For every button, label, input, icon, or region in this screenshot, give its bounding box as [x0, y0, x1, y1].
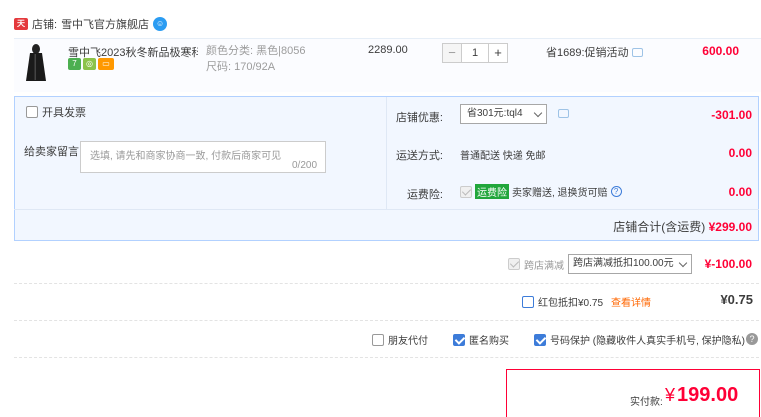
shipping-label: 运送方式: — [395, 150, 443, 162]
divider — [14, 209, 759, 210]
item-total: 600.00 — [702, 44, 739, 58]
anonymous-checkbox[interactable] — [453, 333, 465, 346]
item-promo: 省1689:促销活动 — [546, 44, 643, 60]
cross-store-select-value: 跨店满减抵扣100.00元 — [573, 258, 674, 269]
divider — [14, 320, 759, 321]
divider — [14, 283, 759, 284]
pay-amount: ¥199.00 — [665, 384, 738, 407]
shipping-method: 普通配送 快递 免邮 — [460, 151, 546, 162]
sku-color: 颜色分类: 黑色|8056 — [206, 45, 306, 57]
insurance-amount: 0.00 — [728, 185, 752, 199]
unit-price: 2289.00 — [368, 44, 408, 56]
currency-symbol: ¥ — [665, 385, 676, 405]
discount-info-icon[interactable] — [558, 109, 569, 118]
quantity-plus-button[interactable]: + — [488, 43, 508, 63]
friend-pay-label: 朋友代付 — [388, 336, 428, 347]
shipping-amount: 0.00 — [728, 146, 752, 160]
wangwang-chat-icon[interactable]: ☺ — [153, 17, 168, 31]
store-discount-select[interactable]: 省301元:tql4 — [460, 104, 547, 124]
cross-store-checkbox — [508, 258, 520, 270]
promo-info-icon[interactable] — [631, 47, 643, 57]
quantity-stepper: − 1 + — [442, 43, 508, 63]
quantity-minus-button[interactable]: − — [442, 43, 462, 63]
red-packet-details-link[interactable]: 查看详情 — [611, 294, 651, 309]
discount-select-value: 省301元:tql4 — [467, 108, 523, 119]
discount-amount: -301.00 — [711, 108, 752, 122]
discount-label: 店铺优惠: — [395, 112, 443, 124]
red-packet-checkbox[interactable] — [522, 295, 534, 308]
message-label: 给卖家留言: — [24, 146, 83, 158]
tmall-logo-icon: 天猫 — [14, 18, 28, 40]
store-total-label: 店铺合计(含运费) — [613, 220, 706, 234]
chevron-down-icon — [533, 108, 543, 118]
red-packet-label: 红包抵扣¥0.75 — [538, 298, 604, 309]
sku-size: 尺码: 170/92A — [206, 61, 276, 73]
question-icon[interactable]: ? — [746, 333, 758, 345]
insurance-checkbox — [460, 185, 472, 198]
invoice-label: 开具发票 — [42, 107, 86, 119]
item-service-badges: 7 ◎ ▭ — [68, 58, 114, 70]
promo-text: 省1689:促销活动 — [546, 47, 629, 59]
message-placeholder: 选填, 请先和商家协商一致, 付款后商家可见 — [90, 151, 282, 162]
red-packet-amount: ¥0.75 — [720, 292, 753, 307]
divider — [14, 357, 759, 358]
insurance-text: 卖家赠送, 退换货可赔 — [512, 188, 608, 199]
credit-card-icon: ▭ — [98, 58, 114, 70]
message-char-count: 0/200 — [292, 160, 318, 171]
anonymous-option[interactable]: 匿名购买 — [453, 332, 509, 347]
anonymous-label: 匿名购买 — [469, 336, 509, 347]
cross-store-discount: 跨店满减 跨店满减抵扣100.00元 — [508, 254, 692, 274]
invoice-option[interactable]: 开具发票 — [26, 104, 86, 120]
cross-store-label: 跨店满减 — [524, 260, 564, 272]
pay-amount-value: 199.00 — [677, 384, 739, 406]
shop-name-link[interactable]: 雪中飞官方旗舰店 — [61, 16, 149, 32]
invoice-checkbox[interactable] — [26, 106, 38, 118]
red-packet-option: 红包抵扣¥0.75 查看详情 — [522, 294, 651, 309]
store-total-value: ¥299.00 — [708, 220, 752, 234]
shipping-insurance: 运费险 卖家赠送, 退换货可赔 ? — [460, 184, 622, 199]
pay-label: 实付款: — [630, 397, 663, 408]
insurance-tag: 运费险 — [475, 184, 509, 199]
help-icon[interactable]: ? — [610, 186, 622, 197]
item-sku: 颜色分类: 黑色|8056 尺码: 170/92A — [206, 43, 305, 75]
insurance-label: 运费险: — [406, 189, 443, 201]
privacy-option[interactable]: 号码保护 (隐藏收件人真实手机号, 保护隐私) — [534, 332, 745, 347]
seven-day-return-icon: 7 — [68, 58, 81, 70]
friend-pay-checkbox[interactable] — [372, 333, 384, 346]
shop-label: 店铺: — [32, 19, 58, 31]
privacy-checkbox[interactable] — [534, 333, 546, 346]
product-thumbnail[interactable] — [22, 43, 50, 83]
store-total: 店铺合计(含运费) ¥299.00 — [613, 218, 752, 235]
shop-header: 天猫 店铺: 雪中飞官方旗舰店 ☺ — [14, 14, 168, 40]
quantity-input[interactable]: 1 — [462, 43, 488, 63]
friend-pay-option[interactable]: 朋友代付 — [372, 332, 428, 347]
privacy-label: 号码保护 (隐藏收件人真实手机号, 保护隐私) — [550, 336, 745, 347]
cross-store-amount: ¥-100.00 — [704, 257, 752, 271]
guarantee-icon: ◎ — [83, 58, 96, 70]
